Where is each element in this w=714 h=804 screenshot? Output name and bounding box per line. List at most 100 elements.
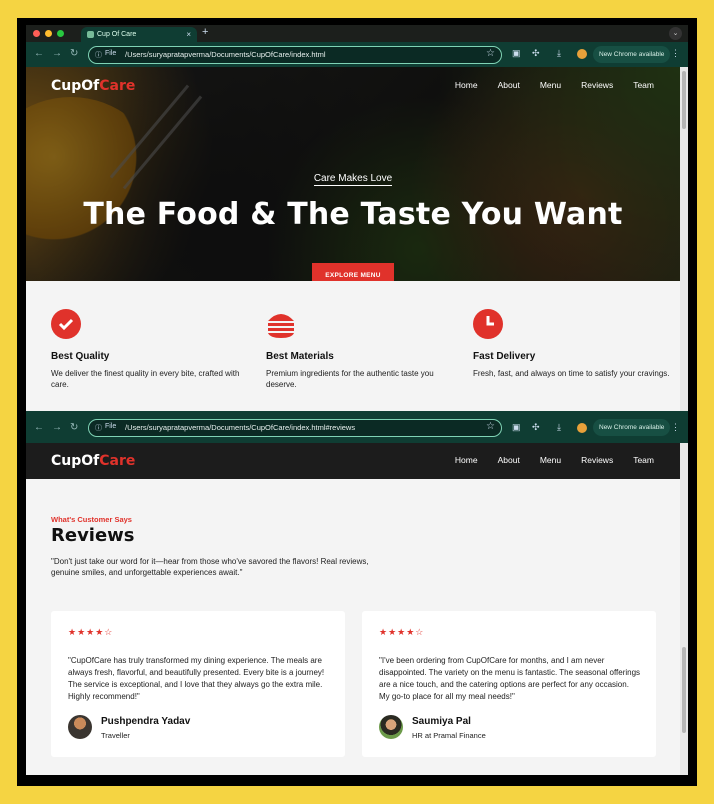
reviews-title: Reviews [51, 525, 135, 546]
new-chrome-button[interactable]: New Chrome available [593, 419, 671, 436]
reload-icon[interactable]: ↻ [70, 422, 78, 433]
feature-title: Best Materials [266, 351, 334, 362]
profile-avatar[interactable] [577, 423, 587, 433]
extensions-icon[interactable]: ✣ [532, 422, 540, 433]
back-icon[interactable]: ← [34, 422, 44, 433]
browser-toolbar: ← → ↻ ⓘ File /Users/suryapratapverma/Doc… [26, 411, 688, 443]
clock-icon [473, 309, 503, 339]
site-navbar: CupOfCare Home About Menu Reviews Team [26, 67, 680, 105]
new-tab-button[interactable]: + [202, 26, 208, 38]
features-section: Best Quality We deliver the finest quali… [26, 281, 680, 411]
tab-title: Cup Of Care [97, 31, 137, 38]
site-logo[interactable]: CupOfCare [51, 78, 135, 94]
nav-home[interactable]: Home [455, 455, 478, 465]
reviewer-role: Traveller [101, 731, 130, 740]
kebab-icon[interactable]: ⋮ [671, 48, 680, 59]
logo-accent: Care [99, 453, 136, 469]
tab-icon[interactable]: ▣ [512, 48, 521, 59]
avatar [68, 715, 92, 739]
star-icon[interactable]: ☆ [486, 48, 495, 59]
url-text[interactable]: /Users/suryapratapverma/Documents/CupOfC… [125, 423, 355, 432]
star-icon[interactable]: ☆ [486, 421, 495, 432]
download-icon[interactable]: ⤓ [557, 48, 561, 59]
nav-links: Home About Menu Reviews Team [435, 80, 654, 90]
forward-icon[interactable]: → [52, 422, 62, 433]
hero-tagline: Care Makes Love [26, 173, 680, 186]
forward-icon[interactable]: → [52, 48, 62, 59]
profile-avatar[interactable] [577, 49, 587, 59]
page-scrollbar[interactable] [680, 67, 688, 411]
nav-menu[interactable]: Menu [540, 455, 561, 465]
feature-best-materials: Best Materials Premium ingredients for t… [266, 309, 466, 390]
reviews-eyebrow: What's Customer Says [51, 515, 132, 524]
review-quote: "I've been ordering from CupOfCare for m… [379, 656, 641, 701]
logo-text: CupOf [51, 78, 100, 94]
nav-links: Home About Menu Reviews Team [435, 455, 654, 465]
site-navbar: CupOfCare Home About Menu Reviews Team [26, 443, 680, 479]
hero-section: CupOfCare Home About Menu Reviews Team C… [26, 67, 680, 281]
feature-title: Best Quality [51, 351, 110, 362]
hero-title: The Food & The Taste You Want [83, 197, 623, 232]
feature-desc: Premium ingredients for the authentic ta… [266, 369, 434, 389]
tab-cup-of-care[interactable]: Cup Of Care × [81, 27, 197, 42]
back-icon[interactable]: ← [34, 48, 44, 59]
nav-reviews[interactable]: Reviews [581, 80, 613, 90]
nav-reviews[interactable]: Reviews [581, 455, 613, 465]
badge-check-icon [51, 309, 81, 339]
file-chip: File [105, 423, 117, 430]
favicon-icon [87, 31, 94, 38]
tab-search-icon[interactable]: ⌄ [669, 27, 682, 40]
info-icon[interactable]: ⓘ [95, 50, 102, 60]
browser-window-top: Cup Of Care × + ⌄ ← → ↻ ⓘ File /Users/su… [26, 25, 688, 411]
reviews-intro: "Don't just take our word for it—hear fr… [51, 557, 369, 577]
close-window-button[interactable] [33, 30, 40, 37]
address-bar[interactable]: ⓘ File /Users/suryapratapverma/Documents… [88, 46, 502, 64]
tab-icon[interactable]: ▣ [512, 422, 521, 433]
reviewer-role: HR at Pramal Finance [412, 731, 486, 740]
scrollbar-thumb[interactable] [682, 647, 686, 733]
nav-menu[interactable]: Menu [540, 80, 561, 90]
review-quote: "CupOfCare has truly transformed my dini… [68, 656, 325, 701]
star-rating: ★★★★☆ [379, 627, 425, 637]
scrollbar-thumb[interactable] [682, 71, 686, 129]
maximize-window-button[interactable] [57, 30, 64, 37]
logo-accent: Care [99, 78, 136, 94]
nav-team[interactable]: Team [633, 455, 654, 465]
review-card: ★★★★☆ "I've been ordering from CupOfCare… [362, 611, 656, 757]
close-tab-icon[interactable]: × [186, 27, 191, 42]
feature-best-quality: Best Quality We deliver the finest quali… [51, 309, 251, 390]
hero-tagline-text: Care Makes Love [313, 173, 393, 186]
explore-menu-button[interactable]: EXPLORE MENU [312, 263, 394, 281]
review-card: ★★★★☆ "CupOfCare has truly transformed m… [51, 611, 345, 757]
reload-icon[interactable]: ↻ [70, 48, 78, 59]
info-icon[interactable]: ⓘ [95, 423, 102, 433]
star-rating: ★★★★☆ [68, 627, 114, 637]
download-icon[interactable]: ⤓ [557, 422, 561, 433]
nav-home[interactable]: Home [455, 80, 478, 90]
window-controls [33, 30, 64, 37]
minimize-window-button[interactable] [45, 30, 52, 37]
reviewer-name: Pushpendra Yadav [101, 716, 191, 727]
browser-toolbar: ← → ↻ ⓘ File /Users/suryapratapverma/Doc… [26, 42, 688, 67]
extensions-icon[interactable]: ✣ [532, 48, 540, 59]
site-logo[interactable]: CupOfCare [51, 453, 135, 469]
tab-strip: Cup Of Care × + ⌄ [26, 25, 688, 42]
reviews-section: What's Customer Says Reviews "Don't just… [26, 479, 680, 775]
url-text[interactable]: /Users/suryapratapverma/Documents/CupOfC… [125, 50, 326, 59]
page-scrollbar[interactable] [680, 443, 688, 775]
logo-text: CupOf [51, 453, 100, 469]
feature-fast-delivery: Fast Delivery Fresh, fast, and always on… [473, 309, 673, 379]
reviewer-name: Saumiya Pal [412, 716, 471, 727]
kebab-icon[interactable]: ⋮ [671, 422, 680, 433]
file-chip: File [105, 50, 117, 57]
avatar [379, 715, 403, 739]
burger-icon [266, 309, 296, 339]
feature-desc: Fresh, fast, and always on time to satis… [473, 369, 670, 378]
address-bar[interactable]: ⓘ File /Users/suryapratapverma/Documents… [88, 419, 502, 437]
feature-title: Fast Delivery [473, 351, 536, 362]
nav-team[interactable]: Team [633, 80, 654, 90]
nav-about[interactable]: About [498, 455, 520, 465]
nav-about[interactable]: About [498, 80, 520, 90]
browser-window-bottom: ← → ↻ ⓘ File /Users/suryapratapverma/Doc… [26, 411, 688, 775]
new-chrome-button[interactable]: New Chrome available [593, 46, 671, 63]
